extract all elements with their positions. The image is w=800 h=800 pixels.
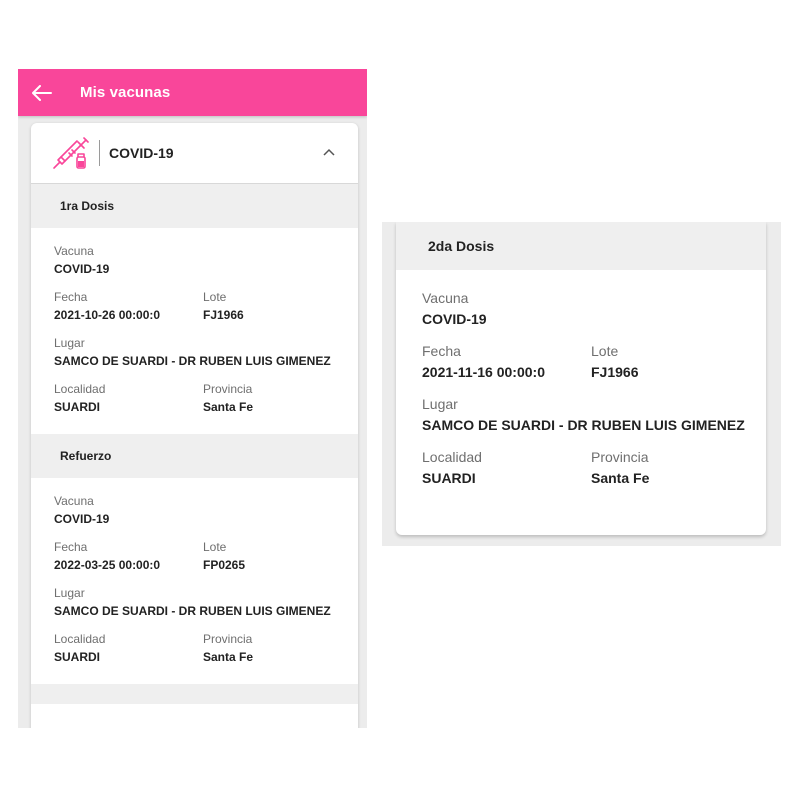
- dose-header-1ra: 1ra Dosis: [31, 184, 358, 228]
- fecha-value: 2021-11-16 00:00:0: [422, 364, 545, 380]
- chevron-up-icon[interactable]: [322, 147, 336, 157]
- dose-body-refuerzo: Vacuna COVID-19 Fecha 2022-03-25 00:00:0…: [31, 478, 358, 684]
- vacuna-value: COVID-19: [54, 262, 110, 276]
- app-bar: Mis vacunas: [18, 69, 367, 116]
- provincia-value: Santa Fe: [203, 400, 254, 414]
- right-screenshot: 2da Dosis Vacuna COVID-19 Fecha 2021-11-…: [382, 222, 781, 546]
- syringe-icon: [53, 137, 89, 169]
- left-screenshot: Mis vacunas COVID-19 1ra Dosis Vacuna CO…: [18, 69, 367, 728]
- dose-body-1ra: Vacuna COVID-19 Fecha 2021-10-26 00:00:0…: [31, 228, 358, 434]
- lote-value: FP0265: [203, 558, 246, 572]
- fecha-label: Fecha: [54, 540, 88, 554]
- vacuna-value: COVID-19: [54, 512, 110, 526]
- localidad-value: SUARDI: [54, 400, 101, 414]
- lugar-label: Lugar: [422, 396, 458, 412]
- vaccine-card: COVID-19 1ra Dosis Vacuna COVID-19 Fecha…: [31, 123, 358, 728]
- dose-header-refuerzo: Refuerzo: [31, 434, 358, 478]
- localidad-value: SUARDI: [422, 470, 476, 486]
- vaccine-card-header[interactable]: COVID-19: [31, 123, 358, 184]
- fecha-label: Fecha: [54, 290, 88, 304]
- dose-header-2da: 2da Dosis: [396, 222, 766, 270]
- localidad-label: Localidad: [54, 632, 106, 646]
- dose-header-next: [31, 684, 358, 704]
- lote-label: Lote: [203, 540, 227, 554]
- provincia-label: Provincia: [203, 382, 253, 396]
- localidad-label: Localidad: [54, 382, 106, 396]
- lugar-value: SAMCO DE SUARDI - DR RUBEN LUIS GIMENEZ: [422, 417, 745, 433]
- lugar-value: SAMCO DE SUARDI - DR RUBEN LUIS GIMENEZ: [54, 604, 331, 618]
- vacuna-label: Vacuna: [54, 494, 94, 508]
- localidad-value: SUARDI: [54, 650, 101, 664]
- vacuna-label: Vacuna: [54, 244, 94, 258]
- lote-value: FJ1966: [591, 364, 639, 380]
- fecha-label: Fecha: [422, 343, 461, 359]
- page-title: Mis vacunas: [80, 84, 171, 101]
- provincia-label: Provincia: [591, 449, 649, 465]
- provincia-label: Provincia: [203, 632, 253, 646]
- lote-label: Lote: [203, 290, 227, 304]
- localidad-label: Localidad: [422, 449, 482, 465]
- dose-card-2da: 2da Dosis Vacuna COVID-19 Fecha 2021-11-…: [396, 222, 766, 535]
- lugar-value: SAMCO DE SUARDI - DR RUBEN LUIS GIMENEZ: [54, 354, 331, 368]
- lote-value: FJ1966: [203, 308, 244, 322]
- back-button[interactable]: [18, 69, 66, 116]
- dose-body-2da: Vacuna COVID-19 Fecha 2021-11-16 00:00:0…: [396, 270, 766, 487]
- arrow-left-icon: [32, 84, 52, 101]
- provincia-value: Santa Fe: [591, 470, 650, 486]
- provincia-value: Santa Fe: [203, 650, 254, 664]
- header-divider: [99, 140, 100, 166]
- lote-label: Lote: [591, 343, 619, 359]
- vaccine-title: COVID-19: [109, 145, 174, 161]
- lugar-label: Lugar: [54, 586, 85, 600]
- fecha-value: 2022-03-25 00:00:0: [54, 558, 161, 572]
- vacuna-label: Vacuna: [422, 290, 469, 306]
- lugar-label: Lugar: [54, 336, 85, 350]
- vacuna-value: COVID-19: [422, 311, 487, 327]
- fecha-value: 2021-10-26 00:00:0: [54, 308, 161, 322]
